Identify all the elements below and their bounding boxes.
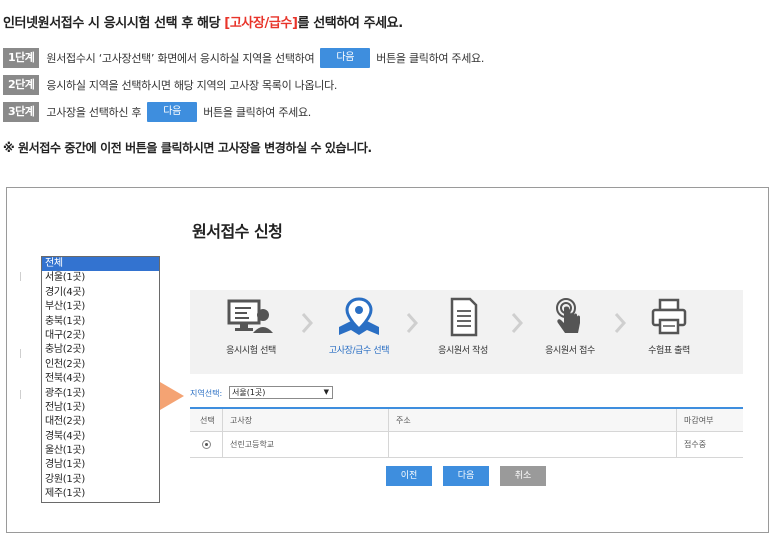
process-step-label: 응시시험 선택 xyxy=(226,346,276,356)
prev-button[interactable]: 이전 xyxy=(386,466,432,486)
next-button[interactable]: 다음 xyxy=(443,466,489,486)
dropdown-option[interactable]: 경남(1곳) xyxy=(42,458,159,472)
dropdown-option[interactable]: 경북(4곳) xyxy=(42,430,159,444)
dropdown-option[interactable]: 제주(1곳) xyxy=(42,487,159,501)
dropdown-option[interactable]: 충북(1곳) xyxy=(42,315,159,329)
document-icon xyxy=(450,297,478,337)
divider xyxy=(388,432,389,457)
step-text: 응시하실 지역을 선택하시면 해당 지역의 고사장 목록이 나옵니다. xyxy=(46,79,338,92)
venue-radio[interactable] xyxy=(202,432,211,457)
process-step-label: 응시원서 작성 xyxy=(438,346,488,356)
region-dropdown-list[interactable]: 전체 서울(1곳) 경기(4곳) 부산(1곳) 충북(1곳) 대구(2곳) 충남(2곳) 인천… xyxy=(41,256,160,503)
next-button-sample: 다음 xyxy=(147,102,198,122)
instruction-step-2: 2단계 응시하실 지역을 선택하시면 해당 지역의 고사장 목록이 나옵니다. xyxy=(3,74,337,96)
step-badge: 3단계 xyxy=(3,102,40,122)
process-step-venue-select: 고사장/급수 선택 xyxy=(304,297,414,356)
dropdown-option[interactable]: 전남(1곳) xyxy=(42,401,159,415)
region-select-label: 지역선택: xyxy=(190,389,223,398)
step-badge: 2단계 xyxy=(3,75,40,95)
dropdown-option[interactable]: 부산(1곳) xyxy=(42,300,159,314)
dropdown-option[interactable]: 전북(4곳) xyxy=(42,372,159,386)
headline-text-pre: 인터넷원서접수 시 응시시험 선택 후 해당 xyxy=(3,16,225,31)
dropdown-option[interactable]: 대전(2곳) xyxy=(42,415,159,429)
step-text: 고사장을 선택하신 후 xyxy=(46,106,142,119)
touch-hand-icon xyxy=(556,298,580,333)
dropdown-option[interactable]: 광주(1곳) xyxy=(42,387,159,401)
process-step-exam-select: 응시시험 선택 xyxy=(196,297,306,356)
venue-status: 접수중 xyxy=(684,440,707,449)
region-select[interactable]: 서울(1곳) ▼ xyxy=(229,386,333,399)
page-title: 원서접수 신청 xyxy=(192,222,283,241)
instruction-headline: 인터넷원서접수 시 응시시험 선택 후 해당 [고사장/급수]를 선택하여 주세… xyxy=(3,12,403,31)
divider xyxy=(676,432,677,457)
table-row[interactable]: 선린고등학교 접수중 xyxy=(190,432,743,458)
headline-highlight: [고사장/급수] xyxy=(224,16,298,31)
dropdown-option[interactable]: 울산(1곳) xyxy=(42,444,159,458)
column-header: 주소 xyxy=(396,415,411,425)
process-step-label: 고사장/급수 선택 xyxy=(328,346,390,356)
next-button-sample: 다음 xyxy=(320,48,371,68)
process-step-label: 응시원서 접수 xyxy=(545,346,595,356)
radio-button[interactable] xyxy=(202,440,211,449)
instruction-step-3: 3단계 고사장을 선택하신 후 다음 버튼을 클릭하여 주세요. xyxy=(3,101,311,123)
map-pin-icon xyxy=(339,297,379,335)
dropdown-option[interactable]: 서울(1곳) xyxy=(42,271,159,285)
divider xyxy=(20,349,21,358)
region-select-value: 서울(1곳) xyxy=(232,388,266,397)
divider xyxy=(222,432,223,457)
column-header: 선택 xyxy=(200,415,215,425)
divider xyxy=(388,409,389,431)
venue-name: 선린고등학교 xyxy=(230,440,275,449)
process-step-form-write: 응시원서 작성 xyxy=(408,297,518,356)
dropdown-option[interactable]: 충남(2곳) xyxy=(42,343,159,357)
instruction-step-1: 1단계 원서접수시 ‘고사장선택’ 화면에서 응시하실 지역을 선택하여 다음 … xyxy=(3,47,484,69)
column-header: 마감여부 xyxy=(684,415,714,425)
step-text: 원서접수시 ‘고사장선택’ 화면에서 응시하실 지역을 선택하여 xyxy=(46,52,315,65)
dropdown-option[interactable]: 대구(2곳) xyxy=(42,329,159,343)
step-text-post: 버튼을 클릭하여 주세요. xyxy=(376,52,485,65)
dropdown-option[interactable]: 강원(1곳) xyxy=(42,473,159,487)
process-step-print-ticket: 수험표 출력 xyxy=(614,297,724,356)
divider xyxy=(222,409,223,431)
dropdown-option[interactable]: 전체 xyxy=(42,257,159,272)
divider xyxy=(20,272,21,281)
printer-icon xyxy=(651,298,687,335)
dropdown-option[interactable]: 경기(4곳) xyxy=(42,286,159,300)
venue-table-header: 선택 고사장 주소 마감여부 xyxy=(190,407,743,432)
step-text-post: 버튼을 클릭하여 주세요. xyxy=(203,106,311,119)
instruction-note: ※ 원서접수 중간에 이전 버튼을 클릭하시면 고사장을 변경하실 수 있습니다… xyxy=(3,141,372,155)
step-badge: 1단계 xyxy=(3,48,40,68)
process-step-form-submit: 응시원서 접수 xyxy=(515,297,625,356)
dropdown-arrow-icon: ▼ xyxy=(323,388,329,396)
divider xyxy=(676,409,677,431)
divider xyxy=(20,390,21,399)
headline-text-post: 를 선택하여 주세요. xyxy=(297,16,404,31)
computer-user-icon xyxy=(227,299,273,333)
dropdown-option[interactable]: 인천(2곳) xyxy=(42,358,159,372)
process-step-label: 수험표 출력 xyxy=(648,346,690,356)
column-header: 고사장 xyxy=(230,415,253,425)
cancel-button[interactable]: 취소 xyxy=(500,466,546,486)
